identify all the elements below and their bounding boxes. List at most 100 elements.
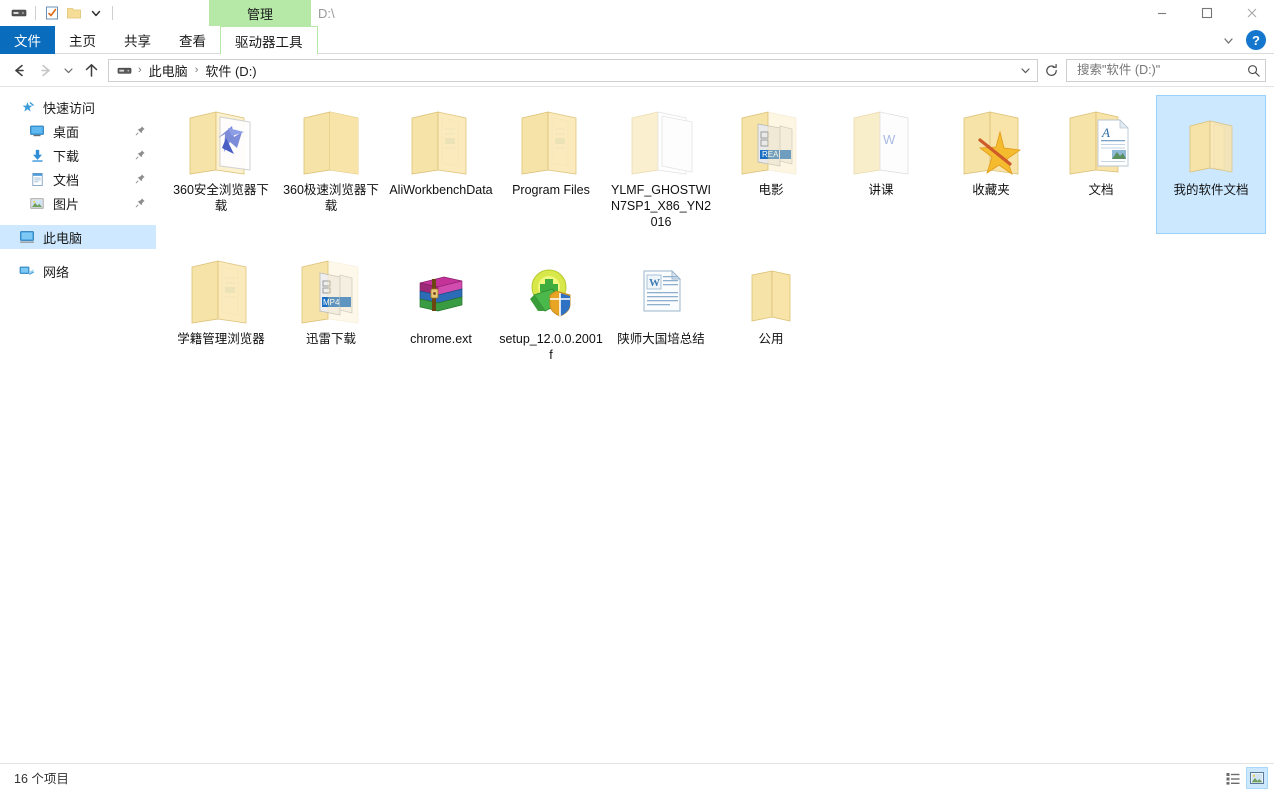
- breadcrumb-separator-1[interactable]: ›: [134, 64, 146, 76]
- chevron-down-icon[interactable]: [85, 2, 107, 24]
- file-name: 讲课: [868, 183, 894, 197]
- file-name: 公用: [758, 332, 784, 346]
- file-item[interactable]: 360安全浏览器下载: [166, 95, 276, 234]
- folder-with-documents-icon: [180, 249, 262, 327]
- sidebar-item-label: 图片: [53, 196, 80, 212]
- new-folder-icon[interactable]: [63, 2, 85, 24]
- file-name: chrome.ext: [410, 332, 472, 346]
- file-name: YLMF_GHOSTWIN7SP1_X86_YN2016: [610, 183, 712, 229]
- breadcrumb[interactable]: › 此电脑 › 软件 (D:): [108, 58, 1038, 82]
- refresh-icon[interactable]: [1038, 59, 1064, 82]
- folder-with-documents-icon: [510, 100, 592, 178]
- window-title: D:\: [318, 5, 335, 21]
- file-item[interactable]: 360极速浏览器下载: [276, 95, 386, 234]
- drive-icon[interactable]: [115, 63, 134, 78]
- help-button[interactable]: ?: [1246, 30, 1266, 50]
- minimize-button[interactable]: [1139, 0, 1184, 26]
- this-pc-icon: [18, 229, 36, 245]
- pin-icon[interactable]: [135, 124, 146, 139]
- pin-icon[interactable]: [135, 172, 146, 187]
- item-count-label: 16 个项目: [14, 772, 69, 786]
- file-grid: 360安全浏览器下载 360极速浏览器下载 AliWorkbenchData P…: [166, 95, 1268, 377]
- address-dropdown-chevron-down-icon[interactable]: [1015, 60, 1035, 81]
- folder-mp4-icon: MP4: [290, 249, 372, 327]
- address-bar: › 此电脑 › 软件 (D:): [0, 54, 1274, 86]
- folder-browser-arrow-icon: [180, 100, 262, 178]
- search-icon[interactable]: [1246, 63, 1261, 78]
- tab-home[interactable]: 主页: [55, 26, 110, 54]
- tab-drive-tools[interactable]: 驱动器工具: [220, 26, 318, 54]
- downloads-icon: [28, 147, 46, 163]
- sidebar-item-quick-access[interactable]: 快速访问: [0, 95, 156, 119]
- word-document-icon: W: [620, 249, 702, 327]
- folder-document-icon: A: [1060, 100, 1142, 178]
- properties-icon[interactable]: [41, 2, 63, 24]
- file-name: 收藏夹: [972, 183, 1010, 197]
- sidebar-item-pictures[interactable]: 图片: [0, 191, 156, 215]
- file-item[interactable]: 公用: [716, 244, 826, 367]
- network-icon: [18, 263, 36, 279]
- file-item[interactable]: chrome.ext: [386, 244, 496, 367]
- back-arrow-icon[interactable]: [6, 57, 32, 83]
- window-controls: [1139, 0, 1274, 26]
- svg-text:A: A: [1101, 125, 1110, 140]
- toolbar-divider: [35, 6, 36, 20]
- sidebar-item-documents[interactable]: 文档: [0, 167, 156, 191]
- sidebar-item-this-pc[interactable]: 此电脑: [0, 225, 156, 249]
- file-name: 文档: [1088, 183, 1114, 197]
- recent-locations-chevron-down-icon[interactable]: [58, 57, 78, 83]
- pin-icon[interactable]: [135, 148, 146, 163]
- file-name: 陕师大国培总结: [617, 332, 705, 346]
- maximize-button[interactable]: [1184, 0, 1229, 26]
- svg-text:W: W: [649, 277, 660, 289]
- breadcrumb-item-this-pc[interactable]: 此电脑: [146, 61, 191, 80]
- sidebar-item-desktop[interactable]: 桌面: [0, 119, 156, 143]
- status-bar: 16 个项目: [0, 763, 1274, 791]
- sidebar-item-network[interactable]: 网络: [0, 259, 156, 283]
- close-button[interactable]: [1229, 0, 1274, 26]
- file-item[interactable]: AliWorkbenchData: [386, 95, 496, 234]
- file-item[interactable]: REAL 电影: [716, 95, 826, 234]
- sidebar-item-downloads[interactable]: 下载: [0, 143, 156, 167]
- file-item[interactable]: MP4 迅雷下载: [276, 244, 386, 367]
- search-box[interactable]: [1066, 58, 1266, 82]
- svg-text:W: W: [883, 132, 896, 147]
- large-icons-view-button[interactable]: [1246, 766, 1268, 789]
- ribbon-right-controls: ?: [1216, 26, 1270, 54]
- folder-hidden-doc-icon: W: [840, 100, 922, 178]
- sidebar-item-label: 文档: [53, 172, 80, 188]
- file-item[interactable]: A 文档: [1046, 95, 1156, 234]
- tab-share[interactable]: 共享: [110, 26, 165, 54]
- pin-icon[interactable]: [135, 196, 146, 211]
- folder-hidden-icon: [620, 100, 702, 178]
- installer-shield-icon: [510, 249, 592, 327]
- up-arrow-icon[interactable]: [78, 57, 104, 83]
- details-view-button[interactable]: [1222, 767, 1244, 789]
- file-item[interactable]: setup_12.0.0.2001f: [496, 244, 606, 367]
- breadcrumb-separator-2[interactable]: ›: [191, 64, 203, 76]
- file-item[interactable]: W 陕师大国培总结: [606, 244, 716, 367]
- chevron-down-icon[interactable]: [1216, 28, 1240, 52]
- contextual-tab-group-label: 管理: [209, 0, 311, 26]
- forward-arrow-icon[interactable]: [32, 57, 58, 83]
- winrar-archive-icon: [400, 249, 482, 327]
- file-item[interactable]: Program Files: [496, 95, 606, 234]
- file-item-selected[interactable]: 我的软件文档: [1156, 95, 1266, 234]
- search-input[interactable]: [1075, 62, 1246, 78]
- file-item[interactable]: W 讲课: [826, 95, 936, 234]
- drive-icon[interactable]: [8, 2, 30, 24]
- file-name: Program Files: [512, 183, 590, 197]
- file-item[interactable]: 收藏夹: [936, 95, 1046, 234]
- quick-access-toolbar: [0, 0, 118, 26]
- file-name: 迅雷下载: [305, 332, 356, 346]
- tab-view[interactable]: 查看: [165, 26, 220, 54]
- sidebar-item-label: 桌面: [53, 124, 80, 140]
- breadcrumb-item-drive-d[interactable]: 软件 (D:): [202, 61, 259, 80]
- tab-file[interactable]: 文件: [0, 26, 55, 54]
- file-list-view[interactable]: 360安全浏览器下载 360极速浏览器下载 AliWorkbenchData P…: [156, 87, 1274, 763]
- file-item[interactable]: 学籍管理浏览器: [166, 244, 276, 367]
- folder-media-icon: REAL: [730, 100, 812, 178]
- file-item[interactable]: YLMF_GHOSTWIN7SP1_X86_YN2016: [606, 95, 716, 234]
